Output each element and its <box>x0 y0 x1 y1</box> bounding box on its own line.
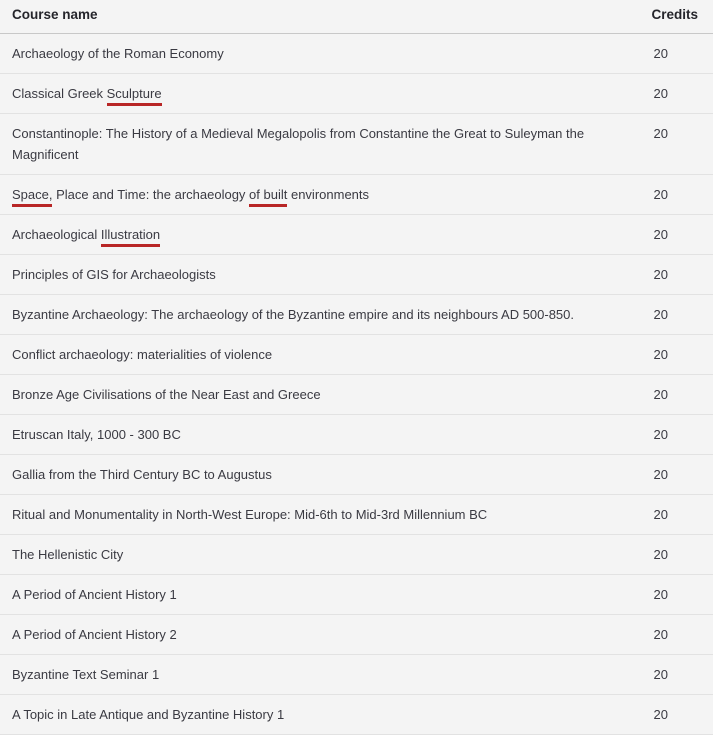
table-row[interactable]: Classical Greek Sculpture 20 <box>0 73 713 114</box>
course-name-text: Ritual and Monumentality in North-West E… <box>12 507 488 523</box>
red-underline-annotation: Illustration <box>100 226 161 242</box>
column-header-credits: Credits <box>640 0 713 34</box>
table-row[interactable]: A Period of Ancient History 1 20 <box>0 574 713 616</box>
credits-cell: 20 <box>640 73 713 114</box>
course-name-cell: Archaeology of the Roman Economy <box>0 33 640 74</box>
course-name-cell: Constantinople: The History of a Medieva… <box>0 113 640 175</box>
table-row[interactable]: Constantinople: The History of a Medieva… <box>0 113 713 175</box>
course-list-table: Course name Credits Archaeology of the R… <box>0 0 713 735</box>
credits-cell: 20 <box>640 694 713 735</box>
credits-cell: 20 <box>640 614 713 656</box>
course-name-cell: A Period of Ancient History 1 <box>0 574 640 616</box>
course-name-text: Byzantine Archaeology: The archaeology o… <box>12 306 575 322</box>
red-underline-annotation: Sculpture <box>106 85 162 101</box>
table-row[interactable]: Etruscan Italy, 1000 - 300 BC 20 <box>0 414 713 456</box>
course-name-text: A Period of Ancient History 1 <box>12 587 177 603</box>
course-name-cell: Conflict archaeology: materialities of v… <box>0 334 640 375</box>
red-underline-annotation: of built <box>249 186 288 202</box>
table-row[interactable]: Archaeology of the Roman Economy 20 <box>0 33 713 74</box>
course-name-text: Etruscan Italy, 1000 - 300 BC <box>12 427 181 443</box>
course-name-cell: Classical Greek Sculpture <box>0 73 640 114</box>
table-row[interactable]: A Period of Ancient History 2 20 <box>0 614 713 656</box>
course-name-text: Bronze Age Civilisations of the Near Eas… <box>12 386 321 402</box>
course-name-text: Constantinople: The History of a Medieva… <box>12 125 585 162</box>
table-row[interactable]: Archaeological Illustration 20 <box>0 214 713 255</box>
table-row[interactable]: Byzantine Archaeology: The archaeology o… <box>0 294 713 335</box>
course-name-text: Classical Greek <box>12 85 107 101</box>
course-name-cell: The Hellenistic City <box>0 534 640 576</box>
course-name-cell: Space, Place and Time: the archaeology o… <box>0 174 640 215</box>
course-name-cell: Bronze Age Civilisations of the Near Eas… <box>0 374 640 416</box>
course-name-text: Conflict archaeology: materialities of v… <box>12 346 273 362</box>
credits-cell: 20 <box>640 654 713 696</box>
course-name-cell: A Topic in Late Antique and Byzantine Hi… <box>0 694 640 735</box>
table-row[interactable]: Ritual and Monumentality in North-West E… <box>0 494 713 536</box>
column-header-course-name: Course name <box>0 0 640 34</box>
credits-cell: 20 <box>640 254 713 295</box>
course-name-text: A Topic in Late Antique and Byzantine Hi… <box>12 707 285 723</box>
table-row[interactable]: Space, Place and Time: the archaeology o… <box>0 174 713 215</box>
table-row[interactable]: Conflict archaeology: materialities of v… <box>0 334 713 375</box>
table-row[interactable]: A Topic in Late Antique and Byzantine Hi… <box>0 694 713 735</box>
credits-cell: 20 <box>640 294 713 335</box>
course-name-cell: Gallia from the Third Century BC to Augu… <box>0 454 640 496</box>
credits-cell: 20 <box>640 534 713 576</box>
course-name-cell: Etruscan Italy, 1000 - 300 BC <box>0 414 640 456</box>
table-row[interactable]: Gallia from the Third Century BC to Augu… <box>0 454 713 496</box>
course-name-text: Archaeology of the Roman Economy <box>12 45 224 61</box>
credits-cell: 20 <box>640 454 713 496</box>
table-row[interactable]: Bronze Age Civilisations of the Near Eas… <box>0 374 713 416</box>
course-name-cell: Ritual and Monumentality in North-West E… <box>0 494 640 536</box>
course-name-text: Archaeological <box>12 226 101 242</box>
course-name-text: environments <box>287 186 370 202</box>
course-name-cell: Principles of GIS for Archaeologists <box>0 254 640 295</box>
table-header: Course name Credits <box>0 0 713 34</box>
course-name-text: Principles of GIS for Archaeologists <box>12 266 216 282</box>
course-name-cell: Archaeological Illustration <box>0 214 640 255</box>
table-header-row: Course name Credits <box>0 0 713 34</box>
credits-cell: 20 <box>640 334 713 375</box>
course-name-cell: A Period of Ancient History 2 <box>0 614 640 656</box>
course-name-text: Gallia from the Third Century BC to Augu… <box>12 467 272 483</box>
credits-cell: 20 <box>640 33 713 74</box>
course-name-cell: Byzantine Archaeology: The archaeology o… <box>0 294 640 335</box>
credits-cell: 20 <box>640 113 713 175</box>
credits-cell: 20 <box>640 574 713 616</box>
course-name-text: Byzantine Text Seminar 1 <box>12 667 160 683</box>
credits-cell: 20 <box>640 214 713 255</box>
credits-cell: 20 <box>640 174 713 215</box>
credits-cell: 20 <box>640 414 713 456</box>
course-name-text: Place and Time: the archaeology <box>52 186 250 202</box>
course-name-cell: Byzantine Text Seminar 1 <box>0 654 640 696</box>
credits-cell: 20 <box>640 494 713 536</box>
table-row[interactable]: The Hellenistic City 20 <box>0 534 713 576</box>
course-name-text: The Hellenistic City <box>12 547 124 563</box>
red-underline-annotation: Space, <box>12 186 53 202</box>
table-row[interactable]: Byzantine Text Seminar 1 20 <box>0 654 713 696</box>
table-row[interactable]: Principles of GIS for Archaeologists 20 <box>0 254 713 295</box>
credits-cell: 20 <box>640 374 713 416</box>
